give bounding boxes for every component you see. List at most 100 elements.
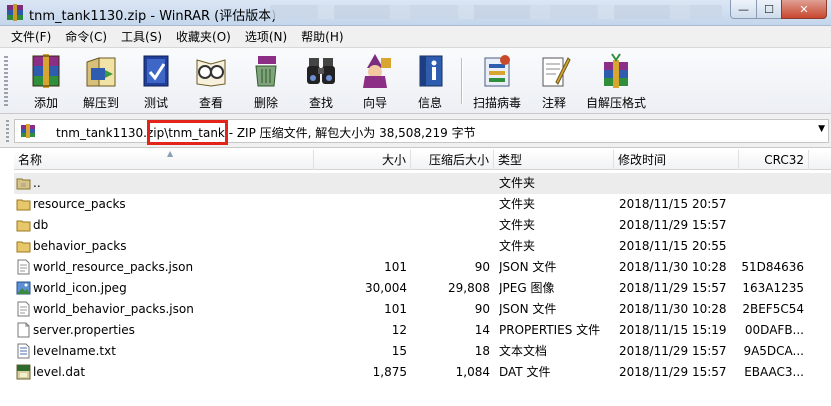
- file-row[interactable]: world_resource_packs.json 101 90 JSON 文件…: [14, 257, 831, 278]
- file-packed-size: [407, 194, 490, 215]
- column-size[interactable]: 大小: [314, 150, 411, 170]
- file-packed-size: 1,084: [455, 365, 490, 379]
- file-size: 30,004: [365, 281, 407, 295]
- file-packed-size: [407, 236, 490, 257]
- find-button[interactable]: 查找: [299, 50, 343, 112]
- add-archive-icon: [32, 54, 60, 88]
- virus-scan-button[interactable]: 扫描病毒: [470, 50, 524, 112]
- file-row[interactable]: levelname.txt 15 18 文本文档 2018/11/29 15:5…: [14, 341, 831, 362]
- file-row[interactable]: world_behavior_packs.json 101 90 JSON 文件…: [14, 299, 831, 320]
- info-button[interactable]: 信息: [408, 50, 452, 112]
- extract-to-icon: [86, 57, 116, 87]
- file-modified: 2018/11/15 15:19: [619, 323, 727, 337]
- file-modified: 2018/11/15 20:57: [619, 197, 727, 211]
- menu-options[interactable]: 选项(N): [238, 28, 294, 45]
- test-button[interactable]: 测试: [134, 50, 178, 112]
- file-crc: [740, 194, 804, 215]
- file-size: 12: [391, 323, 407, 337]
- file-crc: [740, 236, 804, 257]
- menu-commands[interactable]: 命令(C): [58, 28, 114, 45]
- view-label: 查看: [198, 96, 223, 110]
- file-modified: 2018/11/15 20:55: [619, 239, 727, 253]
- file-crc: [740, 173, 804, 194]
- folder-icon: [16, 220, 31, 232]
- virus-scan-label: 扫描病毒: [472, 96, 521, 110]
- file-type: 文本文档: [499, 344, 548, 358]
- file-size: [314, 215, 407, 236]
- toolbar-separator: [461, 58, 462, 104]
- column-type[interactable]: 类型: [494, 150, 614, 170]
- file-packed-size: 90: [474, 302, 490, 316]
- menu-tools[interactable]: 工具(S): [114, 28, 169, 45]
- file-list: 名称 大小 压缩后大小 类型 修改时间 CRC32 ▲ .. 文件夹 resou…: [14, 149, 831, 406]
- column-name[interactable]: 名称: [14, 150, 314, 170]
- sort-arrow-icon: ▲: [167, 149, 174, 158]
- column-header: 名称 大小 压缩后大小 类型 修改时间 CRC32 ▲: [14, 149, 831, 170]
- view-icon: [196, 59, 226, 87]
- file-size: 101: [384, 302, 407, 316]
- file-size: 101: [384, 260, 407, 274]
- add-button[interactable]: 添加: [24, 50, 68, 112]
- file-row[interactable]: server.properties 12 14 PROPERTIES 文件 20…: [14, 320, 831, 341]
- menu-file[interactable]: 文件(F): [4, 28, 58, 45]
- delete-button[interactable]: 删除: [244, 50, 288, 112]
- file-packed-size: [407, 173, 490, 194]
- file-row[interactable]: level.dat 1,875 1,084 DAT 文件 2018/11/29 …: [14, 362, 831, 383]
- file-type: JPEG 图像: [499, 281, 555, 295]
- comment-button[interactable]: 注释: [532, 50, 576, 112]
- menu-help[interactable]: 帮助(H): [294, 28, 350, 45]
- add-label: 添加: [33, 96, 58, 110]
- image-file-icon: [16, 281, 31, 295]
- file-modified: 2018/11/29 15:57: [619, 344, 727, 358]
- info-label: 信息: [417, 96, 442, 110]
- sfx-button[interactable]: 自解压格式: [584, 50, 648, 112]
- path-dropdown-icon[interactable]: ▼: [818, 124, 825, 134]
- toolbar-grip[interactable]: [4, 56, 8, 106]
- file-row[interactable]: db 文件夹 2018/11/29 15:57: [14, 215, 831, 236]
- file-row-parent[interactable]: .. 文件夹: [14, 173, 831, 194]
- file-size: [314, 236, 407, 257]
- column-crc32[interactable]: CRC32: [739, 150, 809, 170]
- archive-path-text: tnm_tank1130.zip\tnm_tank - ZIP 压缩文件, 解包…: [56, 126, 476, 140]
- column-packed-size[interactable]: 压缩后大小: [411, 150, 494, 170]
- find-icon: [307, 58, 335, 84]
- file-crc: 00DAFB...: [744, 323, 804, 337]
- wizard-button[interactable]: 向导: [353, 50, 397, 112]
- file-size: [314, 173, 407, 194]
- test-icon: [143, 55, 169, 87]
- menu-bar: 文件(F) 命令(C) 工具(S) 收藏夹(O) 选项(N) 帮助(H): [0, 26, 831, 48]
- file-row[interactable]: world_icon.jpeg 30,004 29,808 JPEG 图像 20…: [14, 278, 831, 299]
- file-crc: 163A1235: [742, 281, 804, 295]
- archive-path-field[interactable]: tnm_tank1130.zip\tnm_tank - ZIP 压缩文件, 解包…: [14, 119, 829, 143]
- file-row[interactable]: resource_packs 文件夹 2018/11/15 20:57: [14, 194, 831, 215]
- extract-to-label: 解压到: [82, 96, 119, 110]
- sfx-label: 自解压格式: [585, 96, 646, 110]
- text-file-icon: [17, 343, 30, 359]
- find-label: 查找: [308, 96, 333, 110]
- file-type: 文件夹: [499, 239, 536, 253]
- folder-icon: [16, 241, 31, 253]
- title-bar: tnm_tank1130.zip - WinRAR (评估版本) — ☐ ✕: [0, 0, 831, 26]
- virus-scan-icon: [484, 55, 510, 87]
- path-grip[interactable]: [6, 120, 9, 142]
- file-crc: [740, 215, 804, 236]
- file-type: 文件夹: [499, 197, 536, 211]
- file-modified: [619, 173, 739, 194]
- extract-to-button[interactable]: 解压到: [78, 50, 124, 112]
- json-file-icon: [17, 259, 30, 275]
- file-size: 1,875: [372, 365, 407, 379]
- minimize-button[interactable]: —: [730, 0, 757, 19]
- view-button[interactable]: 查看: [189, 50, 233, 112]
- folder-icon: [16, 199, 31, 211]
- close-button[interactable]: ✕: [781, 0, 827, 19]
- file-crc: EBAAC3...: [744, 365, 804, 379]
- winrar-app-icon[interactable]: [6, 4, 24, 21]
- file-row[interactable]: behavior_packs 文件夹 2018/11/15 20:55: [14, 236, 831, 257]
- menu-favorites[interactable]: 收藏夹(O): [169, 28, 238, 45]
- comment-label: 注释: [541, 96, 566, 110]
- file-packed-size: 90: [474, 260, 490, 274]
- maximize-button[interactable]: ☐: [756, 0, 782, 19]
- archive-up-icon[interactable]: [19, 123, 37, 139]
- toolbar: 添加 解压到 测试 查看 删除 查找 向导 信息 扫描病毒 注释 自解压格式: [0, 48, 831, 114]
- column-modified[interactable]: 修改时间: [614, 150, 739, 170]
